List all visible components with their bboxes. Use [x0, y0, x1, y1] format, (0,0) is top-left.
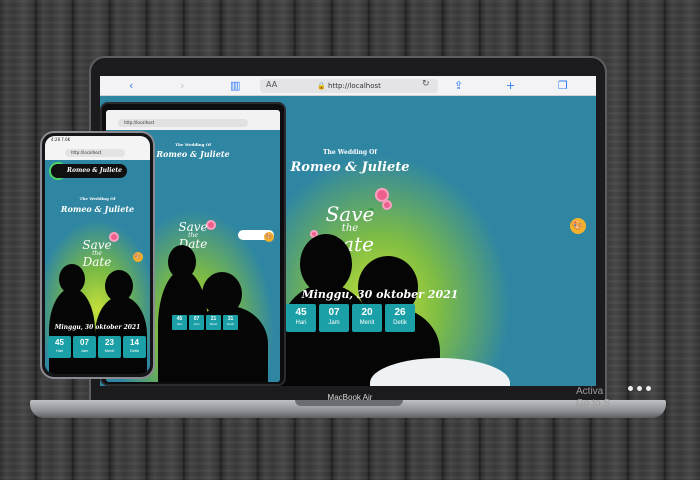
safari-toolbar: ‹ › ▥ 🔒 http://localhost AA ↻ ⇪ + ❐: [100, 76, 596, 96]
wedding-of-heading: The Wedding Of: [175, 142, 211, 147]
wedding-of-heading: The Wedding Of: [79, 196, 116, 201]
share-icon[interactable]: ⇪: [454, 79, 463, 93]
dot: [628, 386, 633, 391]
countdown-number: 26: [394, 307, 406, 318]
countdown-label: Hari: [176, 322, 183, 326]
countdown-seconds: 14 Detik: [123, 336, 146, 358]
countdown-hours: 07 Jam: [189, 315, 204, 330]
countdown-timer: 45 Hari 07 Jam 20 Menit 26 Detik: [286, 304, 415, 332]
plus-icon[interactable]: +: [506, 79, 515, 93]
book-icon[interactable]: ▥: [230, 79, 240, 93]
palette-icon[interactable]: 🎨: [570, 218, 586, 234]
countdown-label: Menit: [209, 322, 218, 326]
countdown-number: 07: [328, 307, 340, 318]
couple-names: Romeo & Juliete: [60, 204, 135, 214]
countdown-number: 23: [105, 338, 114, 347]
silhouette-body: [95, 296, 147, 374]
watermark-line-1: Activa: [576, 386, 604, 397]
countdown-timer: 45 Hari 07 Jam 21 Menit 31 Detik: [172, 315, 238, 330]
couple-chip[interactable]: Romeo & Juliete: [51, 164, 127, 178]
lock-icon: 🔒: [317, 82, 326, 90]
reload-icon[interactable]: ↻: [422, 79, 430, 89]
countdown-minutes: 23 Menit: [98, 336, 121, 358]
phone-screen: 4:28 7.6K http://localhost Romeo & Julie…: [45, 136, 150, 374]
wedding-of-heading: The Wedding Of: [323, 149, 377, 156]
countdown-days: 45 Hari: [286, 304, 316, 332]
countdown-hours: 07 Jam: [73, 336, 96, 358]
palette-icon[interactable]: 🎨: [264, 232, 274, 242]
countdown-label: Hari: [55, 348, 64, 353]
phone-browser-bar: 4:28 7.6K http://localhost: [45, 136, 150, 160]
countdown-number: 45: [55, 338, 64, 347]
tabs-icon[interactable]: ❐: [558, 79, 568, 93]
tablet-address-bar[interactable]: http://localhost: [118, 119, 248, 127]
countdown-label: Hari: [295, 320, 307, 326]
countdown-hours: 07 Jam: [319, 304, 349, 332]
countdown-label: Jam: [80, 348, 89, 353]
countdown-label: Jam: [328, 320, 340, 326]
address-bar-url: http://localhost: [328, 82, 381, 90]
dots-decoration: [628, 386, 651, 391]
save-word: Save: [325, 202, 375, 226]
date-word: Date: [82, 255, 112, 269]
phone-url: http://localhost: [71, 150, 102, 155]
dot: [646, 386, 651, 391]
countdown-timer: 45 Hari 07 Jam 23 Menit 14 Detik: [48, 336, 146, 358]
countdown-days: 45 Hari: [172, 315, 187, 330]
countdown-seconds: 26 Detik: [385, 304, 415, 332]
countdown-label: Jam: [193, 322, 200, 326]
countdown-number: 45: [295, 307, 307, 318]
countdown-label: Detik: [227, 322, 234, 326]
countdown-days: 45 Hari: [48, 336, 71, 358]
activation-watermark: Activa Go to S: [576, 386, 610, 410]
event-date: Minggu, 30 oktober 2021: [54, 324, 141, 331]
countdown-label: Menit: [104, 348, 115, 353]
phone-status-bar: 4:28 7.6K: [51, 137, 71, 142]
save-the-date-title: Save the Date: [75, 239, 119, 269]
event-date: Minggu, 30 oktober 2021: [301, 288, 459, 301]
laptop-brand: MacBook Air: [327, 393, 373, 402]
countdown-seconds: 31 Detik: [223, 315, 238, 330]
countdown-label: Detik: [393, 320, 407, 326]
address-bar[interactable]: 🔒 http://localhost: [260, 79, 438, 93]
chevron-right-icon[interactable]: ›: [180, 79, 184, 93]
chevron-left-icon[interactable]: ‹: [129, 79, 133, 93]
phone-address-bar[interactable]: http://localhost: [65, 149, 125, 157]
phone-invitation-page: Romeo & Juliete The Wedding Of Romeo & J…: [45, 160, 150, 374]
countdown-minutes: 20 Menit: [352, 304, 382, 332]
silhouette-body: [49, 288, 95, 374]
countdown-number: 14: [130, 338, 139, 347]
palette-icon[interactable]: 🎨: [133, 252, 143, 262]
countdown-label: Detik: [129, 348, 140, 353]
watermark-line-2: Go to S: [576, 398, 610, 409]
countdown-number: 20: [361, 307, 373, 318]
countdown-minutes: 21 Menit: [206, 315, 221, 330]
text-size-button[interactable]: AA: [266, 80, 277, 89]
dot: [637, 386, 642, 391]
couple-names: Romeo & Juliete: [290, 160, 410, 175]
tablet-browser-bar: http://localhost: [106, 110, 280, 130]
countdown-number: 07: [80, 338, 89, 347]
tablet-url: http://localhost: [124, 120, 155, 125]
countdown-label: Menit: [359, 320, 375, 326]
